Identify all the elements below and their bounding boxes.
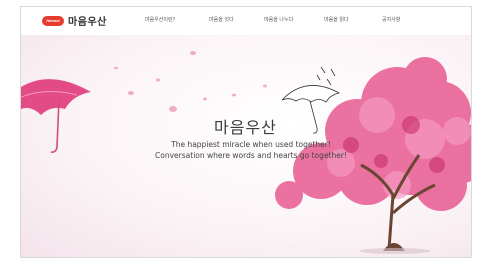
nav-item-connect[interactable]: 마음을 잇다	[209, 16, 234, 23]
hero-subtitle-line-2: Conversation where words and hearts go t…	[155, 151, 347, 160]
nav-item-notice[interactable]: 공지사항	[382, 16, 400, 23]
nav-item-read[interactable]: 마음을 읽다	[324, 16, 349, 23]
top-navigation-bar: Hansol 마음우산 마음우산이란? 마음을 잇다 마음을 나누다 마음을 읽…	[21, 7, 471, 36]
hero-subtitle-line-1: The happiest miracle when used together!	[171, 140, 331, 149]
browser-frame: Hansol 마음우산 마음우산이란? 마음을 잇다 마음을 나누다 마음을 읽…	[20, 6, 472, 258]
nav-item-share[interactable]: 마음을 나누다	[264, 16, 293, 23]
pink-umbrella-icon	[21, 79, 91, 153]
hero-title: 마음우산	[214, 118, 277, 137]
main-nav: 마음우산이란? 마음을 잇다 마음을 나누다 마음을 읽다 공지사항	[21, 16, 471, 28]
nav-item-about[interactable]: 마음우산이란?	[145, 16, 175, 23]
petals	[114, 51, 267, 112]
hero-banner: 마음우산 The happiest miracle when used toge…	[21, 35, 471, 257]
